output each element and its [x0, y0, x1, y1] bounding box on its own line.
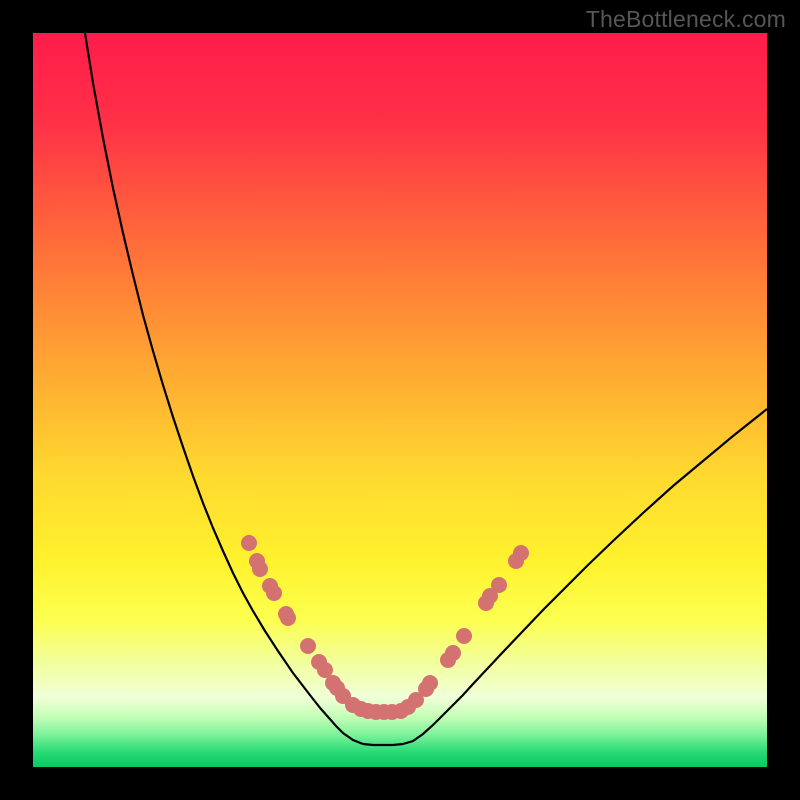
- baseline-curve: [363, 744, 403, 745]
- chart-frame: TheBottleneck.com: [0, 0, 800, 800]
- data-marker: [241, 535, 257, 551]
- left-curve: [85, 33, 363, 744]
- data-marker: [513, 545, 529, 561]
- watermark-text: TheBottleneck.com: [586, 6, 786, 33]
- data-marker: [300, 638, 316, 654]
- curve-layer: [33, 33, 767, 767]
- data-marker: [252, 561, 268, 577]
- data-marker: [422, 675, 438, 691]
- data-marker: [445, 645, 461, 661]
- data-marker: [266, 585, 282, 601]
- marker-group: [241, 535, 529, 720]
- data-marker: [491, 577, 507, 593]
- data-marker: [280, 610, 296, 626]
- plot-area: [33, 33, 767, 767]
- right-curve: [403, 409, 767, 744]
- data-marker: [456, 628, 472, 644]
